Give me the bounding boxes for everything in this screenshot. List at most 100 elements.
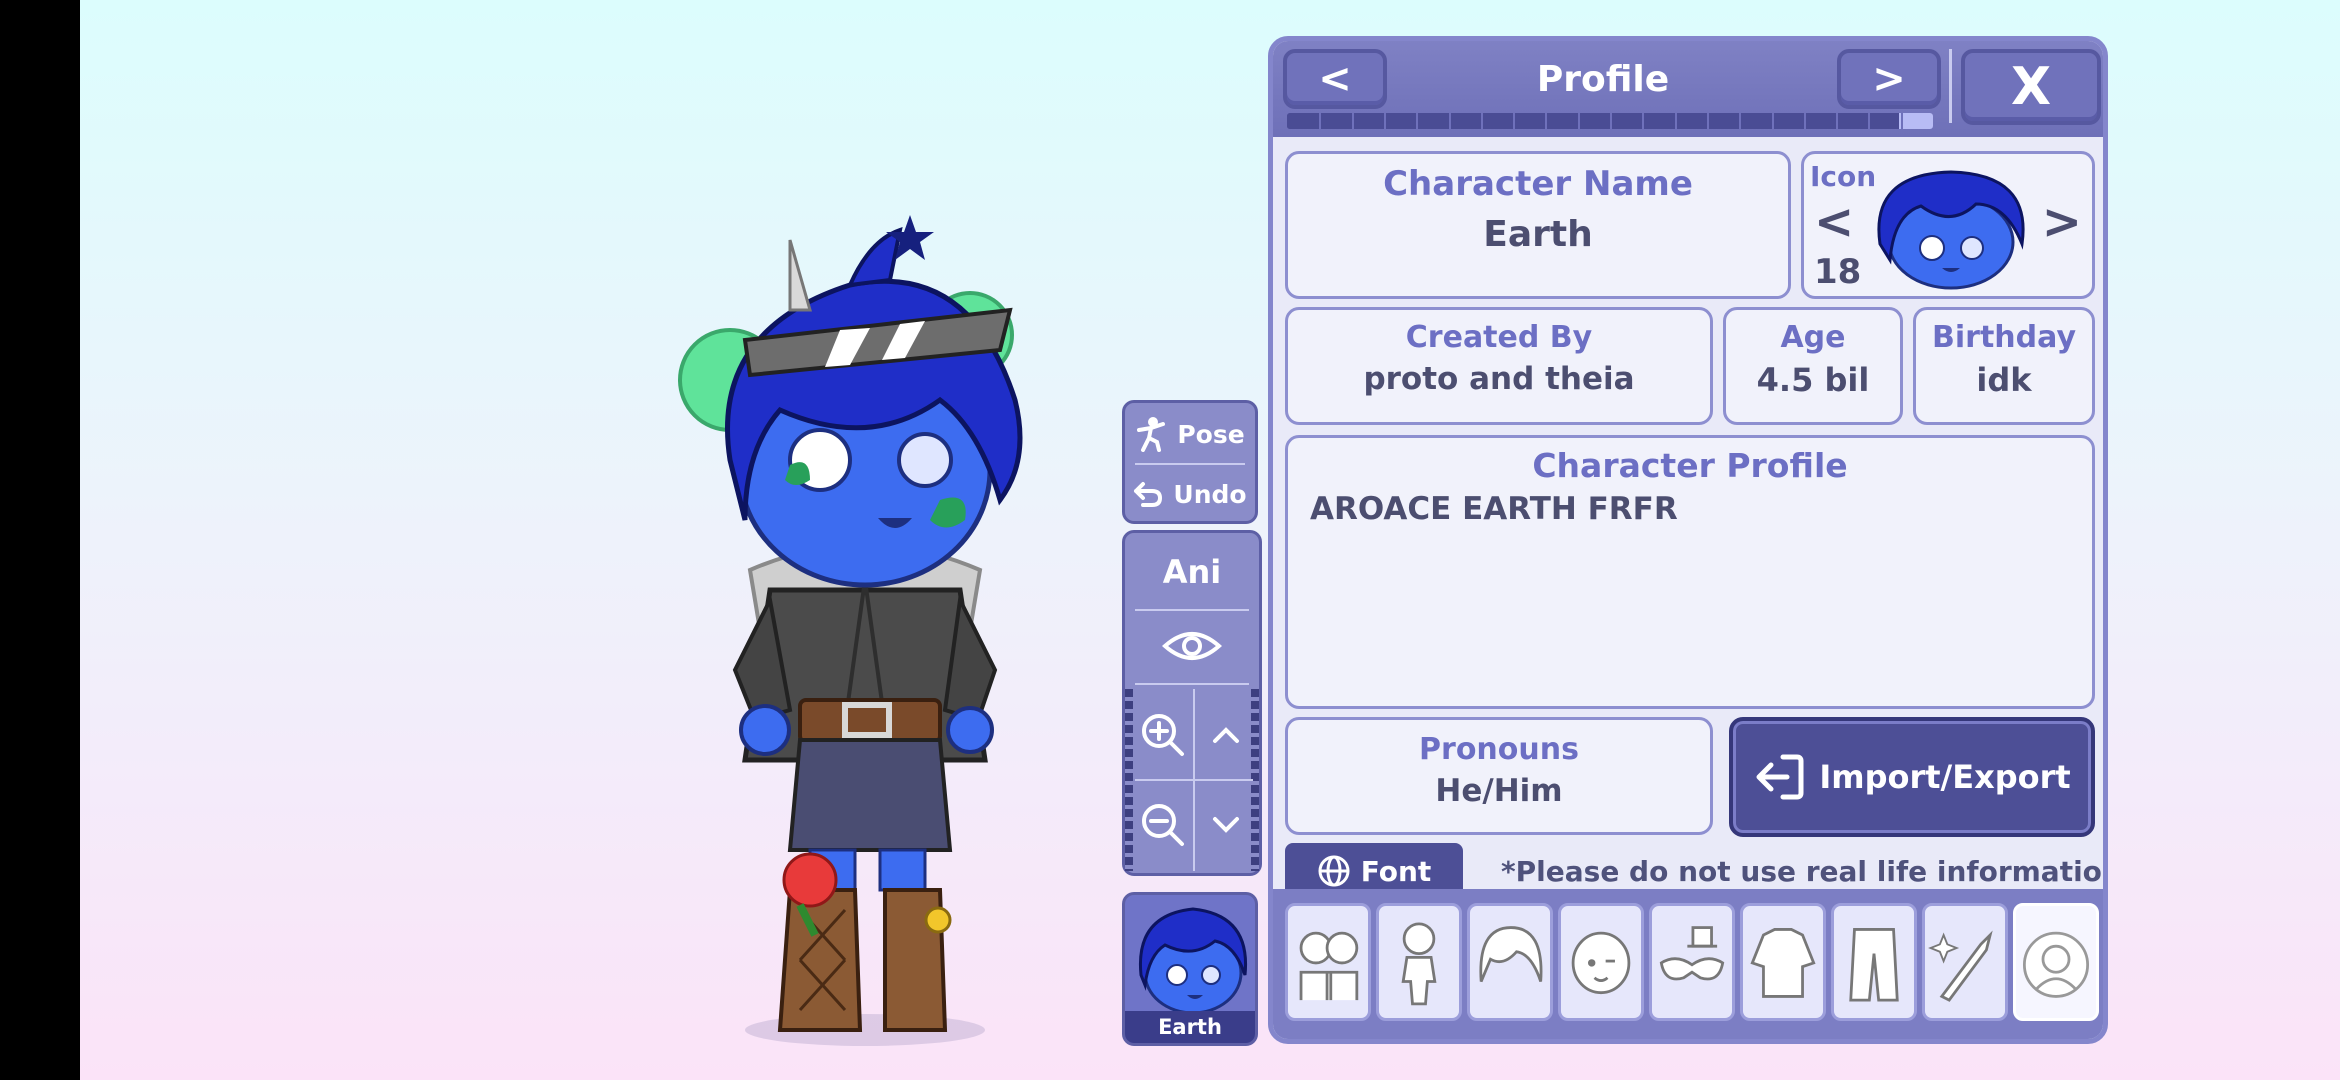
ani-divider bbox=[1135, 609, 1249, 611]
created-by-value: proto and theia bbox=[1363, 361, 1635, 397]
character-name-field[interactable]: Character Name Earth bbox=[1285, 151, 1791, 299]
close-icon: X bbox=[2010, 57, 2052, 117]
view-controls-box: Ani bbox=[1122, 530, 1262, 876]
zoom-in-icon bbox=[1142, 714, 1184, 756]
move-down-button[interactable] bbox=[1195, 783, 1257, 867]
weapon-icon bbox=[1928, 930, 1993, 1002]
icon-next-button[interactable]: > bbox=[2042, 194, 2082, 250]
chevron-up-icon bbox=[1213, 727, 1239, 743]
character-name-value: Earth bbox=[1483, 214, 1593, 255]
profile-panel: < Profile > X Character Name Earth Icon … bbox=[1268, 36, 2108, 1044]
page-progress-segment bbox=[1642, 113, 1645, 129]
tab-body[interactable] bbox=[1376, 903, 1462, 1021]
birthday-label: Birthday bbox=[1932, 320, 2076, 355]
ani-button[interactable]: Ani bbox=[1125, 541, 1259, 603]
tab-profile[interactable] bbox=[2013, 903, 2099, 1021]
profile-icon bbox=[2022, 931, 2090, 998]
undo-icon bbox=[1134, 482, 1163, 507]
pose-label: Pose bbox=[1177, 419, 1245, 449]
page-progress-segment bbox=[1868, 113, 1871, 129]
tab-tops[interactable] bbox=[1740, 903, 1826, 1021]
page-progress-fill bbox=[1287, 113, 1901, 129]
page-progress-marker bbox=[1899, 113, 1933, 129]
pose-undo-box: Pose Undo bbox=[1122, 400, 1258, 524]
icon-prev-button[interactable]: < bbox=[1814, 194, 1854, 250]
birthday-field[interactable]: Birthday idk bbox=[1913, 307, 2095, 425]
birthday-value: idk bbox=[1976, 361, 2032, 399]
chevron-left-icon: < bbox=[1318, 56, 1352, 102]
character-name-label: Character Name bbox=[1383, 164, 1693, 204]
globe-icon bbox=[1318, 855, 1350, 887]
shirt-icon bbox=[1750, 928, 1816, 998]
chevron-down-icon bbox=[1213, 817, 1239, 833]
prev-page-button[interactable]: < bbox=[1283, 49, 1387, 109]
zoom-out-icon bbox=[1142, 804, 1184, 846]
character-figure[interactable] bbox=[640, 200, 1100, 1050]
page-progress-bar bbox=[1287, 113, 1933, 129]
created-by-field[interactable]: Created By proto and theia bbox=[1285, 307, 1713, 425]
zoom-in-button[interactable] bbox=[1133, 693, 1193, 777]
page-progress-segment bbox=[1706, 113, 1709, 129]
undo-label: Undo bbox=[1173, 479, 1247, 509]
character-slot[interactable]: Earth bbox=[1122, 892, 1258, 1046]
icon-field: Icon < 18 > bbox=[1801, 151, 2095, 299]
character-profile-field[interactable]: Character Profile AROACE EARTH FRFR bbox=[1285, 435, 2095, 709]
next-page-button[interactable]: > bbox=[1837, 49, 1941, 109]
chevron-right-icon: > bbox=[1872, 56, 1906, 102]
page-progress-segment bbox=[1739, 113, 1742, 129]
tab-hair[interactable] bbox=[1467, 903, 1553, 1021]
ani-label: Ani bbox=[1162, 553, 1222, 591]
tab-props[interactable] bbox=[1922, 903, 2008, 1021]
created-by-label: Created By bbox=[1405, 320, 1593, 355]
page-progress-segment bbox=[1480, 113, 1483, 129]
age-label: Age bbox=[1780, 320, 1846, 355]
face-icon bbox=[1571, 931, 1631, 995]
pants-icon bbox=[1849, 928, 1899, 1002]
move-up-button[interactable] bbox=[1195, 693, 1257, 777]
tab-face[interactable] bbox=[1558, 903, 1644, 1021]
pose-icon bbox=[1137, 417, 1166, 452]
body-icon bbox=[1401, 922, 1437, 1006]
hair-icon bbox=[1479, 926, 1543, 983]
pronouns-value: He/Him bbox=[1435, 773, 1563, 809]
character-art bbox=[678, 215, 1023, 1046]
accessory-icon bbox=[1659, 926, 1725, 981]
characters-icon bbox=[1299, 931, 1359, 1001]
eye-icon bbox=[1162, 632, 1222, 660]
tab-characters[interactable] bbox=[1285, 903, 1371, 1021]
page-progress-segment bbox=[1416, 113, 1419, 129]
import-export-button[interactable]: Import/Export bbox=[1729, 717, 2095, 837]
undo-button[interactable]: Undo bbox=[1125, 467, 1255, 521]
page-progress-segment bbox=[1448, 113, 1451, 129]
pose-button[interactable]: Pose bbox=[1125, 407, 1255, 461]
category-tab-bar bbox=[1273, 889, 2103, 1039]
visibility-button[interactable] bbox=[1125, 615, 1259, 677]
zoom-horizontal-divider bbox=[1135, 779, 1253, 781]
zoom-out-button[interactable] bbox=[1133, 783, 1193, 867]
tab-bottoms[interactable] bbox=[1831, 903, 1917, 1021]
age-value: 4.5 bil bbox=[1756, 361, 1870, 399]
eye-divider bbox=[1135, 683, 1249, 685]
left-black-bar bbox=[0, 0, 80, 1080]
slot-portrait-icon bbox=[1138, 907, 1248, 1015]
page-progress-segment bbox=[1319, 113, 1322, 129]
tab-accessories[interactable] bbox=[1649, 903, 1735, 1021]
page-progress-segment bbox=[1610, 113, 1612, 129]
age-field[interactable]: Age 4.5 bil bbox=[1723, 307, 1903, 425]
close-button[interactable]: X bbox=[1961, 49, 2101, 125]
page-progress-segment bbox=[1771, 113, 1774, 129]
page-progress-segment bbox=[1900, 113, 1903, 129]
character-profile-label: Character Profile bbox=[1532, 446, 1848, 485]
panel-title: Profile bbox=[1536, 58, 1670, 100]
slot-name: Earth bbox=[1125, 1011, 1255, 1043]
header-divider bbox=[1949, 49, 1952, 123]
pronouns-label: Pronouns bbox=[1419, 732, 1579, 767]
page-progress-segment bbox=[1836, 113, 1839, 129]
character-profile-value: AROACE EARTH FRFR bbox=[1310, 491, 1678, 527]
panel-header: < Profile > X bbox=[1273, 41, 2103, 137]
page-progress-segment bbox=[1351, 113, 1354, 129]
font-label: Font bbox=[1360, 854, 1432, 888]
import-export-icon bbox=[1756, 754, 1804, 800]
page-progress-segment bbox=[1383, 113, 1386, 129]
pronouns-field[interactable]: Pronouns He/Him bbox=[1285, 717, 1713, 835]
